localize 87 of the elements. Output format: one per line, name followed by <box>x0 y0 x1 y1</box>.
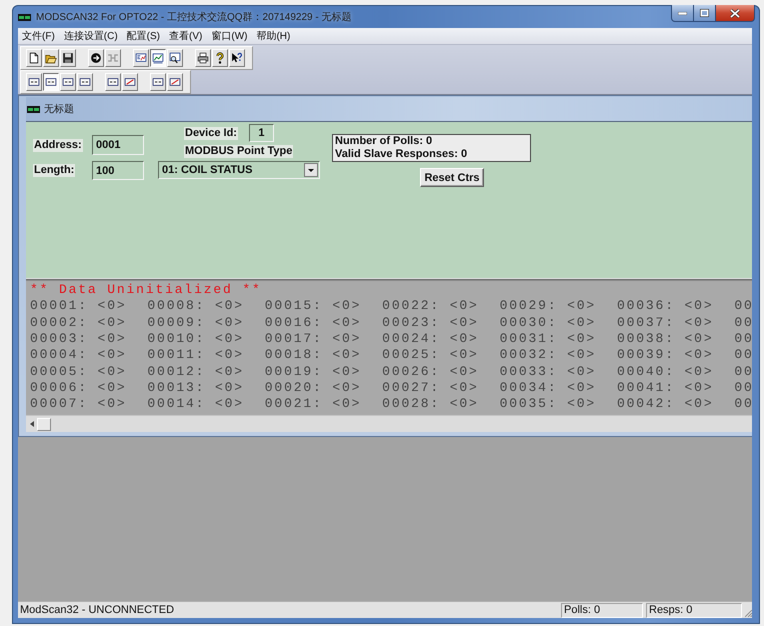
menu-item[interactable]: 配置(S) <box>122 29 164 43</box>
scroll-thumb[interactable] <box>37 418 51 430</box>
data-entry: 00 <box>734 314 754 331</box>
app-icon <box>27 106 40 112</box>
status-message: ** Data Uninitialized ** <box>30 282 262 298</box>
device-id-field[interactable]: 1 <box>248 124 274 142</box>
data-entry: 00012: <0> <box>147 364 244 380</box>
data-entry: 00036: <0> <box>616 298 714 315</box>
data-entry: 00040: <0> <box>616 364 714 380</box>
document-title: 无标题 <box>44 102 74 116</box>
data-entry: 00014: <0> <box>147 396 244 413</box>
data-entry: 00027: <0> <box>382 380 479 396</box>
minimize-icon <box>678 12 687 14</box>
maximize-icon <box>700 9 709 17</box>
caret-icon <box>304 163 318 177</box>
menu-item[interactable]: 连接设置(C) <box>60 29 122 43</box>
data-entry: 00011: <0> <box>147 347 244 364</box>
address-label: Address: <box>33 138 83 152</box>
menu-item[interactable]: 窗口(W) <box>207 29 252 43</box>
data-entry: 00041: <0> <box>616 380 714 396</box>
data-entry: 00 <box>734 380 754 396</box>
data-entry: 00025: <0> <box>382 347 479 364</box>
data-entry: 00018: <0> <box>264 347 362 364</box>
responses-status: Resps: 0 <box>646 602 742 618</box>
window-title: MODSCAN32 For OPTO22 - 工控技术交流QQ群：207149229 - 无标题 <box>36 10 352 24</box>
data-entry: 00028: <0> <box>382 396 479 413</box>
data-entry: 00026: <0> <box>382 364 479 380</box>
data-entry: 00006: <0> <box>30 380 127 396</box>
data-entry: 00017: <0> <box>264 330 362 348</box>
data-entry: 00042: <0> <box>616 396 714 413</box>
data-entry: 00008: <0> <box>147 298 244 315</box>
data-entry: 00023: <0> <box>382 314 479 331</box>
data-entry: 00 <box>734 330 754 348</box>
data-entry: 00034: <0> <box>500 380 596 396</box>
toolbar-button[interactable] <box>150 49 166 67</box>
data-entry: 00 <box>734 298 754 315</box>
data-entry: 00003: <0> <box>30 330 127 348</box>
data-entry: 00021: <0> <box>264 396 362 413</box>
minimize-button[interactable] <box>671 5 694 22</box>
address-field[interactable]: 0001 <box>92 135 144 155</box>
close-button[interactable] <box>716 5 755 22</box>
menu-item[interactable]: 查看(V) <box>165 29 206 43</box>
data-entry: 00001: <0> <box>30 298 127 315</box>
horizontal-scrollbar[interactable] <box>26 415 752 432</box>
data-entry: 00013: <0> <box>147 380 244 396</box>
data-entry: 00035: <0> <box>500 396 596 413</box>
toolbar-button[interactable] <box>43 73 59 91</box>
data-entry: 00022: <0> <box>382 298 479 315</box>
data-entry: 00029: <0> <box>500 298 596 315</box>
data-entry: 00 <box>734 396 754 413</box>
data-entry: 00004: <0> <box>30 347 127 364</box>
app-icon <box>18 14 31 20</box>
status-text: ModScan32 - UNCONNECTED <box>19 604 174 616</box>
maximize-button[interactable] <box>694 5 716 22</box>
responses-count: Valid Slave Responses: 0 <box>335 148 468 161</box>
data-entry: 00005: <0> <box>30 364 127 380</box>
point-type-label: MODBUS Point Type <box>184 145 294 158</box>
left-arrow-icon <box>30 421 34 427</box>
data-entry: 00019: <0> <box>264 364 362 380</box>
close-icon <box>730 8 740 18</box>
polls-status: Polls: 0 <box>561 602 643 618</box>
data-entry: 00009: <0> <box>147 314 244 331</box>
data-entry: 00007: <0> <box>30 396 127 413</box>
data-entry: 00024: <0> <box>382 330 479 348</box>
size-grip-icon <box>745 610 752 617</box>
device-id-label: Device Id: <box>184 126 238 140</box>
menu-item[interactable]: 文件(F) <box>18 29 59 43</box>
data-entry: 00002: <0> <box>30 314 127 331</box>
data-entry: 00 <box>734 364 754 380</box>
data-entry: 00039: <0> <box>616 347 714 364</box>
length-label: Length: <box>33 164 76 177</box>
length-field[interactable]: 100 <box>92 161 144 180</box>
data-entry: 00038: <0> <box>616 330 714 348</box>
data-entry: 00020: <0> <box>264 380 362 396</box>
data-entry: 00037: <0> <box>616 314 714 331</box>
reset-button[interactable]: Reset Ctrs <box>420 168 484 187</box>
data-entry: 00010: <0> <box>147 330 244 348</box>
data-entry: 00033: <0> <box>500 364 596 380</box>
point-type-dropdown[interactable]: 01: COIL STATUS <box>158 161 320 179</box>
data-entry: 00030: <0> <box>500 314 596 331</box>
polls-count: Number of Polls: 0 <box>335 135 434 148</box>
data-entry: 00 <box>734 347 754 364</box>
menu-item[interactable]: 帮助(H) <box>252 29 294 43</box>
data-entry: 00032: <0> <box>500 347 596 364</box>
data-entry: 00016: <0> <box>264 314 362 331</box>
data-entry: 00031: <0> <box>500 330 596 348</box>
data-entry: 00015: <0> <box>264 298 362 315</box>
